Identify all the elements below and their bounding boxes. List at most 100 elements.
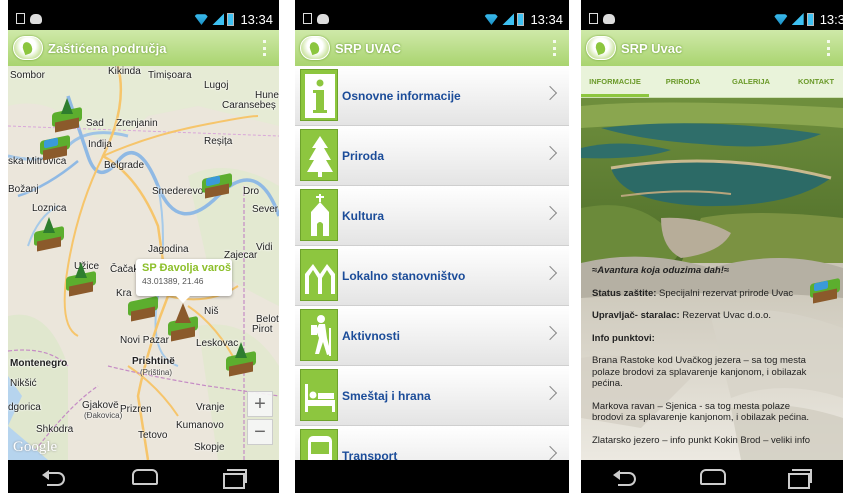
map-view[interactable]: SomborKikindaTimișoaraLugojHunedCaranseb… bbox=[8, 66, 279, 460]
description-content: ≈Avantura koja oduzima dah!≈ Status zašt… bbox=[592, 265, 814, 457]
davolja-varos-marker[interactable] bbox=[168, 303, 198, 342]
city-label: Timișoara bbox=[148, 70, 192, 81]
menu-item-priroda[interactable]: Priroda bbox=[295, 126, 569, 186]
home-icon[interactable] bbox=[700, 468, 726, 485]
city-label: Skopje bbox=[194, 442, 225, 453]
city-label: Prizren bbox=[120, 404, 152, 415]
back-icon[interactable] bbox=[41, 469, 67, 486]
city-label: Novi Pazar bbox=[120, 335, 169, 346]
protected-area-marker[interactable] bbox=[34, 217, 64, 252]
city-label: Sad bbox=[86, 118, 104, 129]
menu-item-label: Osnovne informacije bbox=[342, 89, 461, 103]
info-window-coords: 43.01389, 21.46 bbox=[142, 276, 204, 286]
chevron-right-icon bbox=[542, 385, 558, 401]
menu-item-label: Priroda bbox=[342, 149, 385, 163]
city-label: Sever bbox=[252, 204, 279, 215]
zoom-in-button[interactable]: + bbox=[247, 391, 273, 417]
overflow-menu-icon[interactable] bbox=[553, 40, 557, 56]
city-label: Belgrade bbox=[104, 160, 145, 171]
home-icon[interactable] bbox=[131, 468, 158, 485]
city-label: Shkodra bbox=[36, 424, 74, 435]
marker-info-window[interactable]: SP Đavolja varoš 43.01389, 21.46 bbox=[136, 259, 232, 303]
wifi-icon bbox=[193, 14, 210, 25]
detail-screen: 13:3 SRP Uvac INFORMACIJE PRIRODA GALERI… bbox=[581, 0, 843, 493]
navigation-bar bbox=[8, 460, 279, 493]
info-window-title: SP Đavolja varoš bbox=[142, 262, 232, 274]
recent-apps-icon[interactable] bbox=[222, 468, 247, 489]
city-label: Lugoj bbox=[204, 80, 229, 91]
city-label: Caransebeș bbox=[222, 100, 276, 111]
chevron-right-icon bbox=[542, 325, 558, 341]
category-list: Osnovne informacije Priroda Kultura Loka… bbox=[295, 66, 569, 486]
chevron-right-icon bbox=[542, 205, 558, 221]
city-label: Pirot bbox=[252, 324, 273, 335]
info-point-paragraph: Zlatarsko jezero – info punkt Kokin Brod… bbox=[592, 434, 811, 446]
navigation-bar bbox=[295, 460, 569, 493]
menu-item-osnovne-informacije[interactable]: Osnovne informacije bbox=[295, 66, 569, 126]
status-bar: 13:3 bbox=[581, 8, 843, 30]
app-bar: SRP Uvac bbox=[581, 30, 843, 66]
tab-kontakt[interactable]: KONTAKT bbox=[785, 66, 843, 98]
protected-area-marker[interactable] bbox=[226, 342, 256, 377]
recent-apps-icon[interactable] bbox=[788, 468, 812, 489]
city-label: Nikšić bbox=[10, 378, 37, 389]
android-icon bbox=[603, 14, 615, 24]
app-title: SRP UVAC bbox=[335, 40, 401, 56]
city-label: (Priština) bbox=[140, 368, 173, 377]
protected-area-marker[interactable] bbox=[202, 168, 232, 199]
info-point-paragraph: Markova ravan – Sjenica - sa tog mesta p… bbox=[592, 400, 810, 424]
signal-icon bbox=[791, 13, 804, 25]
status-bar: 13:34 bbox=[8, 8, 279, 30]
city-label: Smederevo bbox=[152, 186, 204, 197]
city-label: Dro bbox=[243, 186, 260, 197]
app-title: SRP Uvac bbox=[621, 40, 683, 56]
info-points-heading: Info punktovi: bbox=[592, 332, 655, 344]
manager-info: Upravljač- staralac: Rezervat Uvac d.o.o… bbox=[592, 310, 772, 321]
back-icon[interactable] bbox=[612, 469, 638, 486]
active-tab-indicator bbox=[581, 94, 649, 97]
people-icon bbox=[300, 249, 338, 301]
city-label: Čačak bbox=[110, 264, 139, 275]
protected-area-marker[interactable] bbox=[66, 262, 96, 297]
zoom-out-button[interactable]: − bbox=[247, 419, 273, 445]
tab-bar: INFORMACIJE PRIRODA GALERIJA KONTAKT bbox=[581, 66, 843, 98]
city-label: Božanj bbox=[8, 184, 39, 195]
wifi-icon bbox=[483, 14, 500, 25]
city-label: Inđija bbox=[88, 139, 112, 150]
bed-icon bbox=[300, 369, 338, 421]
tree-icon bbox=[300, 129, 338, 181]
wifi-icon bbox=[772, 14, 789, 25]
battery-icon bbox=[227, 12, 235, 26]
city-label: Gjakovë bbox=[82, 400, 119, 411]
chevron-right-icon bbox=[542, 445, 558, 461]
hiker-icon bbox=[300, 309, 338, 361]
menu-item-kultura[interactable]: Kultura bbox=[295, 186, 569, 246]
status-time: 13:3 bbox=[819, 11, 843, 27]
menu-item-aktivnosti[interactable]: Aktivnosti bbox=[295, 306, 569, 366]
menu-item-label: Lokalno stanovništvo bbox=[342, 269, 466, 283]
app-logo-icon[interactable] bbox=[300, 36, 330, 60]
app-logo-icon[interactable] bbox=[586, 36, 616, 60]
menu-item-lokalno-stanovnistvo[interactable]: Lokalno stanovništvo bbox=[295, 246, 569, 306]
app-logo-icon[interactable] bbox=[13, 36, 43, 60]
city-label: Loznica bbox=[32, 203, 67, 214]
tab-galerija[interactable]: GALERIJA bbox=[717, 66, 785, 98]
menu-item-label: Smeštaj i hrana bbox=[342, 389, 431, 403]
menu-screen: 13:34 SRP UVAC Osnovne informacije Priro… bbox=[295, 0, 569, 493]
menu-item-smestaj-i-hrana[interactable]: Smeštaj i hrana bbox=[295, 366, 569, 426]
tab-priroda[interactable]: PRIRODA bbox=[649, 66, 717, 98]
city-label: Vranje bbox=[196, 402, 225, 413]
city-label: (Đakovica) bbox=[84, 411, 123, 420]
protected-area-marker[interactable] bbox=[52, 98, 82, 133]
overflow-menu-icon[interactable] bbox=[827, 40, 831, 56]
city-label: dgorica bbox=[8, 402, 41, 413]
menu-item-label: Kultura bbox=[342, 209, 384, 223]
city-label: Reșița bbox=[204, 136, 233, 147]
battery-icon bbox=[517, 12, 525, 26]
app-bar: SRP UVAC bbox=[295, 30, 569, 66]
city-label: Kikinda bbox=[108, 66, 141, 77]
overflow-menu-icon[interactable] bbox=[263, 40, 267, 56]
signal-icon bbox=[212, 13, 225, 25]
protected-area-marker[interactable] bbox=[40, 130, 70, 161]
city-label: Sombor bbox=[10, 70, 46, 81]
